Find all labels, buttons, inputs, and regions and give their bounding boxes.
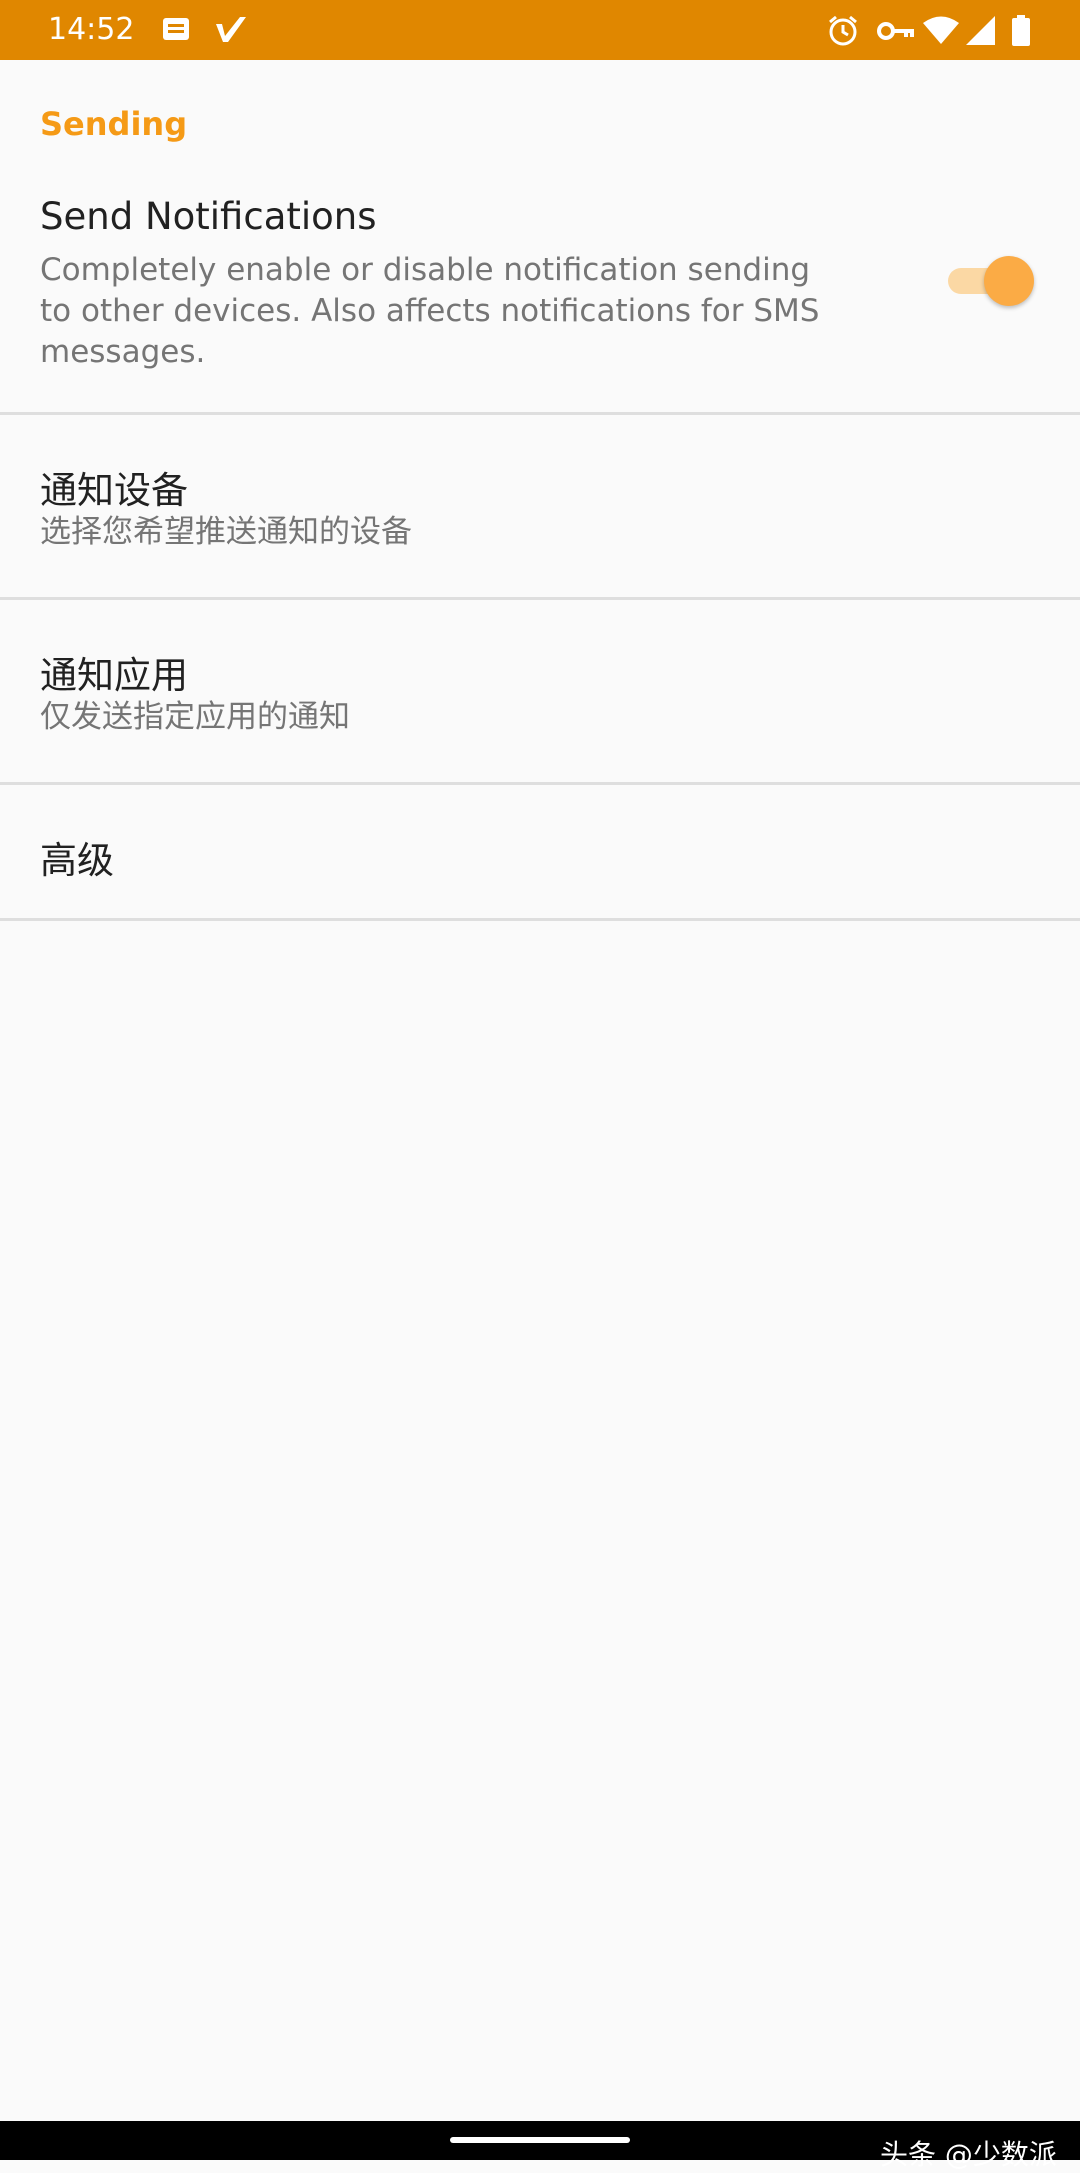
wifi-icon <box>922 14 960 52</box>
send-notifications-switch[interactable] <box>948 254 1034 306</box>
section-header-sending: Sending <box>40 105 188 143</box>
notification-apps-title: 通知应用 <box>40 654 188 697</box>
advanced-row[interactable] <box>0 785 1080 918</box>
send-notifications-title: Send Notifications <box>40 195 377 238</box>
message-icon <box>160 14 192 50</box>
send-notifications-summary-line-1: Completely enable or disable notificatio… <box>40 252 811 288</box>
notification-apps-summary: 仅发送指定应用的通知 <box>40 699 350 735</box>
alarm-icon <box>826 14 860 52</box>
vpn-key-icon <box>876 14 914 52</box>
notification-devices-summary: 选择您希望推送通知的设备 <box>40 514 412 550</box>
switch-thumb <box>984 256 1034 306</box>
notification-devices-title: 通知设备 <box>40 469 188 512</box>
check-app-icon <box>214 14 248 50</box>
status-time: 14:52 <box>48 12 135 47</box>
battery-icon <box>1010 14 1032 52</box>
watermark: 头条 @少数派 <box>880 2138 1057 2171</box>
send-notifications-summary-line-3: messages. <box>40 334 206 370</box>
home-gesture-handle[interactable] <box>450 2137 630 2143</box>
advanced-title: 高级 <box>40 839 114 882</box>
signal-icon <box>964 14 998 52</box>
send-notifications-summary-line-2: to other devices. Also affects notificat… <box>40 293 820 329</box>
divider <box>0 918 1080 921</box>
status-bar: 14:52 <box>0 0 1080 60</box>
